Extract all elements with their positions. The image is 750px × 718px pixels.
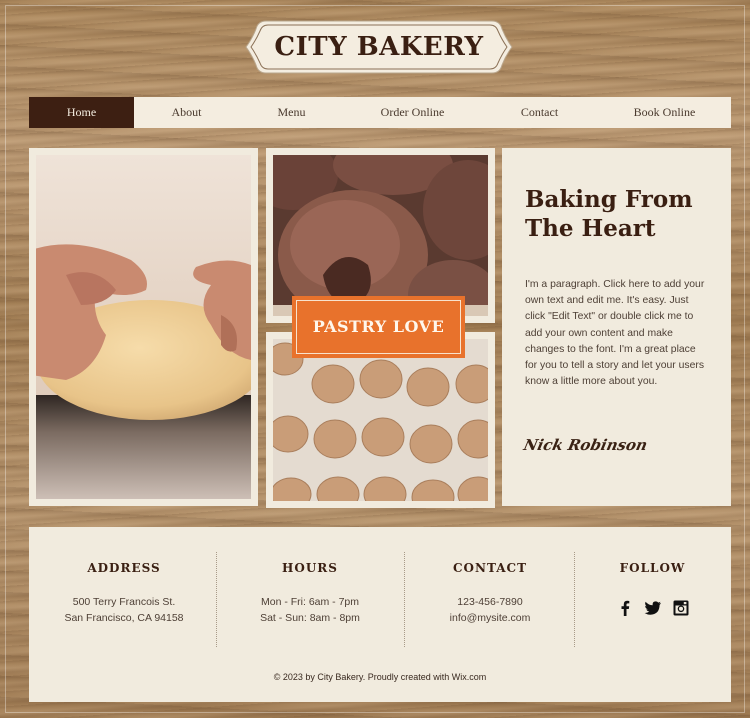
- pastry-love-badge[interactable]: PASTRY LOVE: [292, 296, 465, 358]
- footer-contact: CONTACT 123-456-7890 info@mysite.com: [395, 527, 585, 657]
- twitter-icon[interactable]: [644, 599, 662, 617]
- chocolate-muffins-image: [273, 155, 488, 316]
- cookies-photo-frame: [266, 332, 495, 508]
- dough-kneading-image: [36, 155, 251, 499]
- intro-paragraph: I'm a paragraph. Click here to add your …: [525, 279, 705, 388]
- nav-item-contact[interactable]: Contact: [481, 97, 598, 128]
- dough-photo-frame: [29, 148, 258, 506]
- address-title: ADDRESS: [87, 561, 161, 575]
- site-footer: ADDRESS 500 Terry Francois St. San Franc…: [29, 527, 731, 702]
- nav-item-about[interactable]: About: [134, 97, 239, 128]
- contact-email[interactable]: info@mysite.com: [395, 612, 585, 624]
- contact-phone[interactable]: 123-456-7890: [395, 596, 585, 608]
- nav-item-book-online[interactable]: Book Online: [598, 97, 731, 128]
- nav-item-order-online[interactable]: Order Online: [344, 97, 481, 128]
- facebook-icon[interactable]: [616, 599, 634, 617]
- instagram-icon[interactable]: [672, 599, 690, 617]
- hours-line-2: Sat - Sun: 8am - 8pm: [260, 612, 360, 624]
- main-nav: Home About Menu Order Online Contact Boo…: [29, 97, 731, 128]
- intro-panel: Baking From The Heart I'm a paragraph. C…: [502, 148, 731, 506]
- nav-item-menu[interactable]: Menu: [239, 97, 344, 128]
- signature: Nick Robinson: [522, 436, 649, 454]
- hours-line-1: Mon - Fri: 6am - 7pm: [260, 596, 360, 608]
- site-logo[interactable]: CITY BAKERY: [244, 17, 514, 77]
- address-line-1: 500 Terry Francois St.: [72, 596, 176, 608]
- social-links: [574, 599, 731, 617]
- logo-text: CITY BAKERY: [274, 32, 484, 62]
- cookies-tray-image: [273, 339, 488, 501]
- intro-heading: Baking From The Heart: [525, 186, 693, 242]
- copyright-text: © 2023 by City Bakery. Proudly created w…: [273, 672, 487, 682]
- contact-title: CONTACT: [452, 561, 528, 575]
- badge-label: PASTRY LOVE: [312, 317, 445, 336]
- hours-title: HOURS: [282, 561, 338, 575]
- footer-hours: HOURS Mon - Fri: 6am - 7pm Sat - Sun: 8a…: [215, 527, 405, 657]
- nav-item-home[interactable]: Home: [29, 97, 134, 128]
- footer-address: ADDRESS 500 Terry Francois St. San Franc…: [29, 527, 219, 657]
- address-line-2: San Francisco, CA 94158: [64, 612, 184, 624]
- footer-follow: FOLLOW: [574, 527, 731, 657]
- follow-title: FOLLOW: [619, 561, 686, 575]
